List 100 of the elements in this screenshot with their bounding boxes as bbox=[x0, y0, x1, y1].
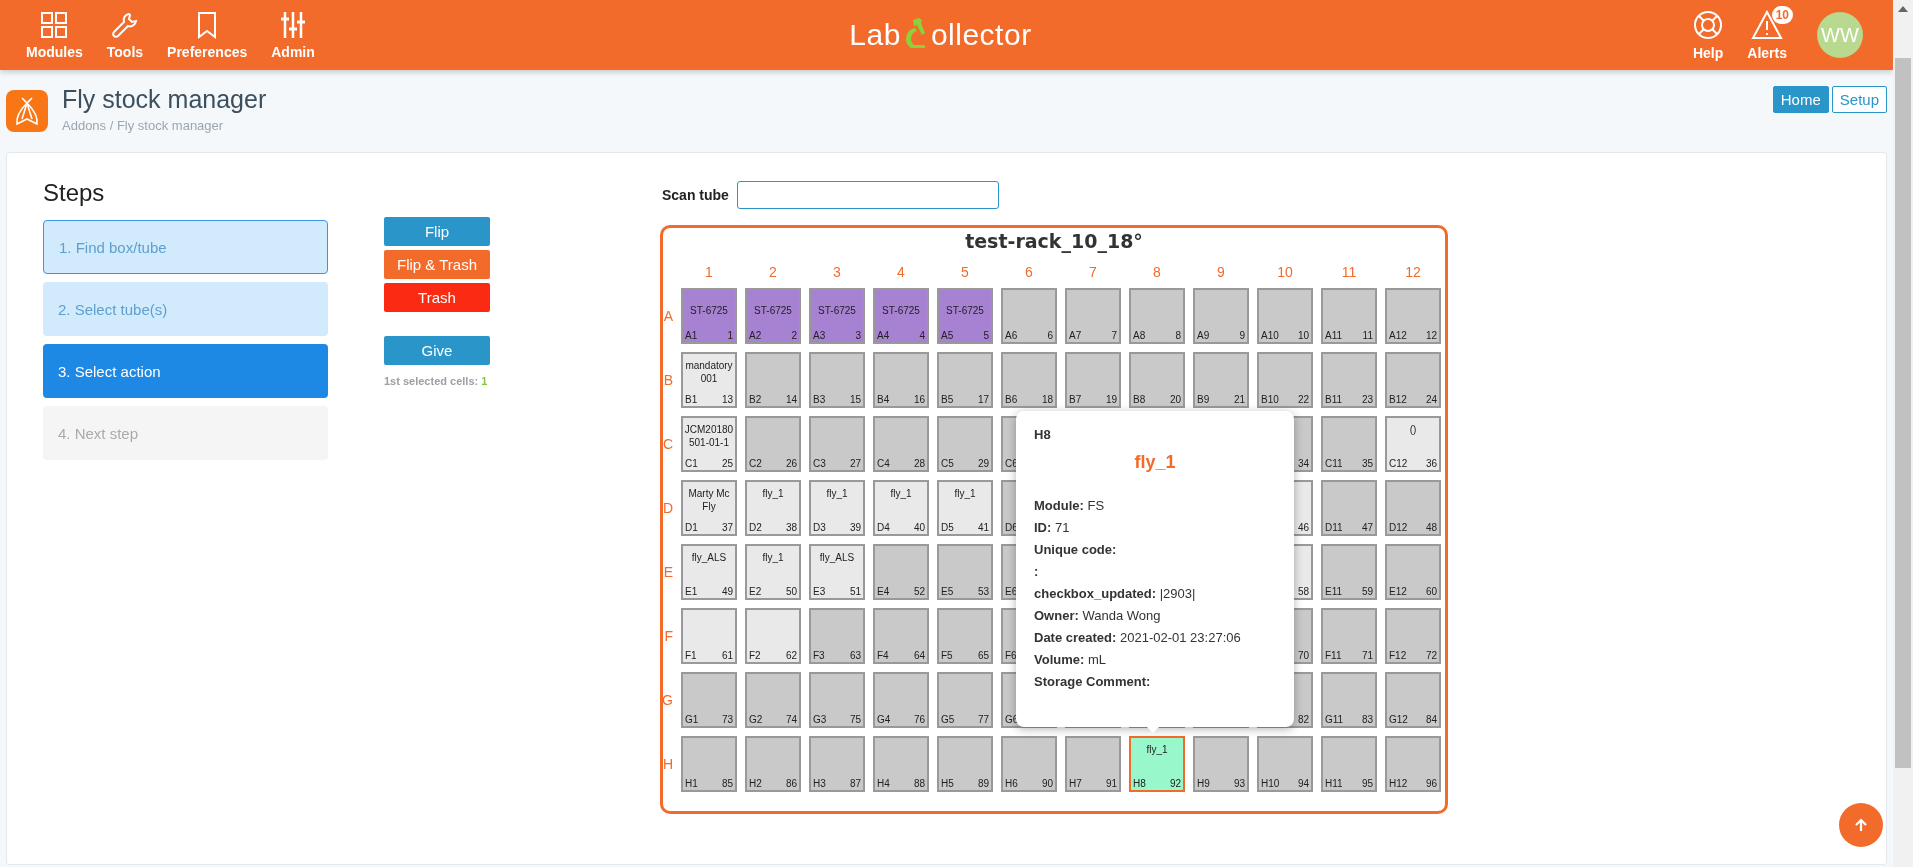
rack-slot[interactable]: H3 87 bbox=[809, 736, 865, 792]
rack-slot[interactable]: C2 26 bbox=[745, 416, 801, 472]
rack-slot[interactable]: C4 28 bbox=[873, 416, 929, 472]
slot-position: F3 bbox=[813, 650, 825, 661]
rack-slot[interactable]: B2 14 bbox=[745, 352, 801, 408]
slot-number: 11 bbox=[1362, 330, 1373, 341]
rack-slot[interactable]: B7 19 bbox=[1065, 352, 1121, 408]
rack-slot[interactable]: F11 71 bbox=[1321, 608, 1377, 664]
rack-slot[interactable]: B4 16 bbox=[873, 352, 929, 408]
row-letter: H bbox=[662, 756, 673, 772]
rack-slot[interactable]: fly_1 E2 50 bbox=[745, 544, 801, 600]
rack-slot[interactable]: B8 20 bbox=[1129, 352, 1185, 408]
rack-slot[interactable]: A9 9 bbox=[1193, 288, 1249, 344]
rack-slot[interactable]: E5 53 bbox=[937, 544, 993, 600]
slot-number: 1 bbox=[727, 330, 733, 341]
rack-slot[interactable]: F1 61 bbox=[681, 608, 737, 664]
slot-number: 21 bbox=[1233, 394, 1245, 405]
slot-number: 2 bbox=[791, 330, 797, 341]
rack-slot[interactable]: G4 76 bbox=[873, 672, 929, 728]
rack-slot[interactable]: C5 29 bbox=[937, 416, 993, 472]
rack-slot[interactable]: A8 8 bbox=[1129, 288, 1185, 344]
rack-slot[interactable]: G3 75 bbox=[809, 672, 865, 728]
rack-slot[interactable]: C11 35 bbox=[1321, 416, 1377, 472]
action-button[interactable]: Trash bbox=[384, 283, 490, 312]
rack-slot[interactable]: F2 62 bbox=[745, 608, 801, 664]
column-number: 7 bbox=[1088, 264, 1098, 280]
rack-slot[interactable]: F4 64 bbox=[873, 608, 929, 664]
rack-slot[interactable]: H9 93 bbox=[1193, 736, 1249, 792]
column-number: 9 bbox=[1216, 264, 1226, 280]
rack-slot[interactable]: G2 74 bbox=[745, 672, 801, 728]
rack-slot[interactable]: F5 65 bbox=[937, 608, 993, 664]
slot-position: B10 bbox=[1261, 394, 1279, 405]
rack-slot[interactable]: H1 85 bbox=[681, 736, 737, 792]
rack-slot[interactable]: H10 94 bbox=[1257, 736, 1313, 792]
rack-slot[interactable]: G1 73 bbox=[681, 672, 737, 728]
rack-slot[interactable]: B9 21 bbox=[1193, 352, 1249, 408]
logo-text: ollector bbox=[930, 18, 1032, 52]
slot-position: D2 bbox=[749, 522, 762, 533]
rack-slot[interactable]: fly_1 D4 40 bbox=[873, 480, 929, 536]
rack-slot[interactable]: ST-6725 A5 5 bbox=[937, 288, 993, 344]
column-number: 11 bbox=[1340, 264, 1358, 280]
rack-slot[interactable]: ST-6725 A3 3 bbox=[809, 288, 865, 344]
rack-slot[interactable]: H12 96 bbox=[1385, 736, 1441, 792]
rack-slot[interactable]: H2 86 bbox=[745, 736, 801, 792]
rack-slot[interactable]: B5 17 bbox=[937, 352, 993, 408]
rack-slot[interactable]: B12 24 bbox=[1385, 352, 1441, 408]
rack-slot[interactable]: ST-6725 A4 4 bbox=[873, 288, 929, 344]
rack-slot[interactable]: fly_ALS E1 49 bbox=[681, 544, 737, 600]
rack-slot[interactable]: Marty Mc Fly D1 37 bbox=[681, 480, 737, 536]
rack-slot[interactable]: H5 89 bbox=[937, 736, 993, 792]
rack-slot[interactable]: H11 95 bbox=[1321, 736, 1377, 792]
rack-slot[interactable]: A11 11 bbox=[1321, 288, 1377, 344]
slot-number: 34 bbox=[1297, 458, 1309, 469]
rack-slot[interactable]: JCM20180501-01-1 C1 25 bbox=[681, 416, 737, 472]
rack-slot[interactable]: fly_ALS E3 51 bbox=[809, 544, 865, 600]
rack-slot[interactable]: G11 83 bbox=[1321, 672, 1377, 728]
slot-position: G3 bbox=[813, 714, 827, 725]
rack-slot[interactable]: H4 88 bbox=[873, 736, 929, 792]
rack-slot[interactable]: D11 47 bbox=[1321, 480, 1377, 536]
slot-number: 77 bbox=[977, 714, 989, 725]
rack-slot[interactable]: A12 12 bbox=[1385, 288, 1441, 344]
scan-input-field[interactable] bbox=[736, 181, 999, 209]
rack-slot[interactable]: B6 18 bbox=[1001, 352, 1057, 408]
slot-number: 29 bbox=[977, 458, 989, 469]
slot-position: A8 bbox=[1133, 330, 1146, 341]
rack-slot[interactable]: mandatory 001 B1 13 bbox=[681, 352, 737, 408]
rack-slot[interactable]: H6 90 bbox=[1001, 736, 1057, 792]
rack-slot[interactable]: E4 52 bbox=[873, 544, 929, 600]
rack-slot[interactable]: H7 91 bbox=[1065, 736, 1121, 792]
rack-slot[interactable]: A10 10 bbox=[1257, 288, 1313, 344]
scrollbar[interactable] bbox=[1893, 0, 1913, 867]
row-letter: E bbox=[663, 564, 673, 580]
slot-position: C3 bbox=[813, 458, 826, 469]
rack-slot[interactable]: F3 63 bbox=[809, 608, 865, 664]
rack-slot[interactable]: C3 27 bbox=[809, 416, 865, 472]
rack-slot[interactable]: E12 60 bbox=[1385, 544, 1441, 600]
slot-number: 71 bbox=[1361, 650, 1373, 661]
rack-slot[interactable]: B11 23 bbox=[1321, 352, 1377, 408]
rack-slot[interactable]: () C12 36 bbox=[1385, 416, 1441, 472]
slot-number: 5 bbox=[983, 330, 989, 341]
rack-slot[interactable]: G12 84 bbox=[1385, 672, 1441, 728]
rack-slot[interactable]: fly_1 H8 92 bbox=[1129, 736, 1185, 792]
tube-name: fly_1 bbox=[825, 487, 849, 500]
rack-slot[interactable]: A6 6 bbox=[1001, 288, 1057, 344]
rack-slot[interactable]: B3 15 bbox=[809, 352, 865, 408]
rack-slot[interactable]: B10 22 bbox=[1257, 352, 1313, 408]
row-letter: F bbox=[664, 628, 673, 644]
slot-position: A10 bbox=[1261, 330, 1279, 341]
rack-slot[interactable]: E11 59 bbox=[1321, 544, 1377, 600]
rack-slot[interactable]: G5 77 bbox=[937, 672, 993, 728]
rack-slot[interactable]: F12 72 bbox=[1385, 608, 1441, 664]
slot-position: F1 bbox=[685, 650, 697, 661]
slot-number: 60 bbox=[1425, 586, 1437, 597]
rack-slot[interactable]: D12 48 bbox=[1385, 480, 1441, 536]
rack-slot[interactable]: A7 7 bbox=[1065, 288, 1121, 344]
step-item[interactable]: 3. Select action bbox=[43, 344, 328, 398]
rack-slot[interactable]: fly_1 D5 41 bbox=[937, 480, 993, 536]
slot-number: 16 bbox=[913, 394, 925, 405]
column-number: 2 bbox=[768, 264, 778, 280]
rack-slot[interactable]: ST-6725 A2 2 bbox=[745, 288, 801, 344]
